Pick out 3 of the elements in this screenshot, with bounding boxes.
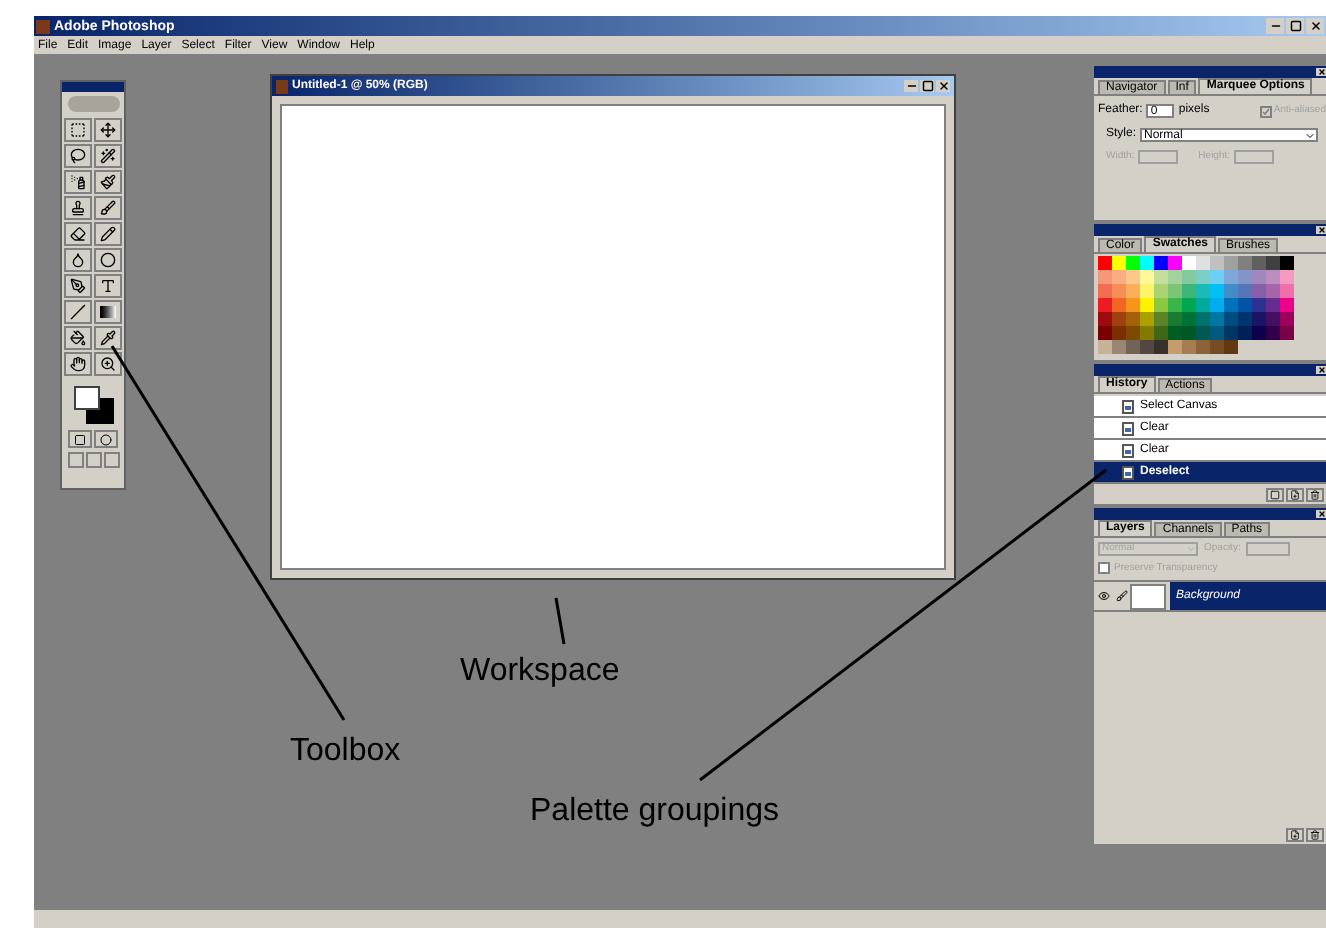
annotation-label: Toolbox (290, 732, 401, 772)
annotation-label: Workspace (460, 652, 620, 692)
annotation-label: Palette groupings (530, 792, 780, 832)
